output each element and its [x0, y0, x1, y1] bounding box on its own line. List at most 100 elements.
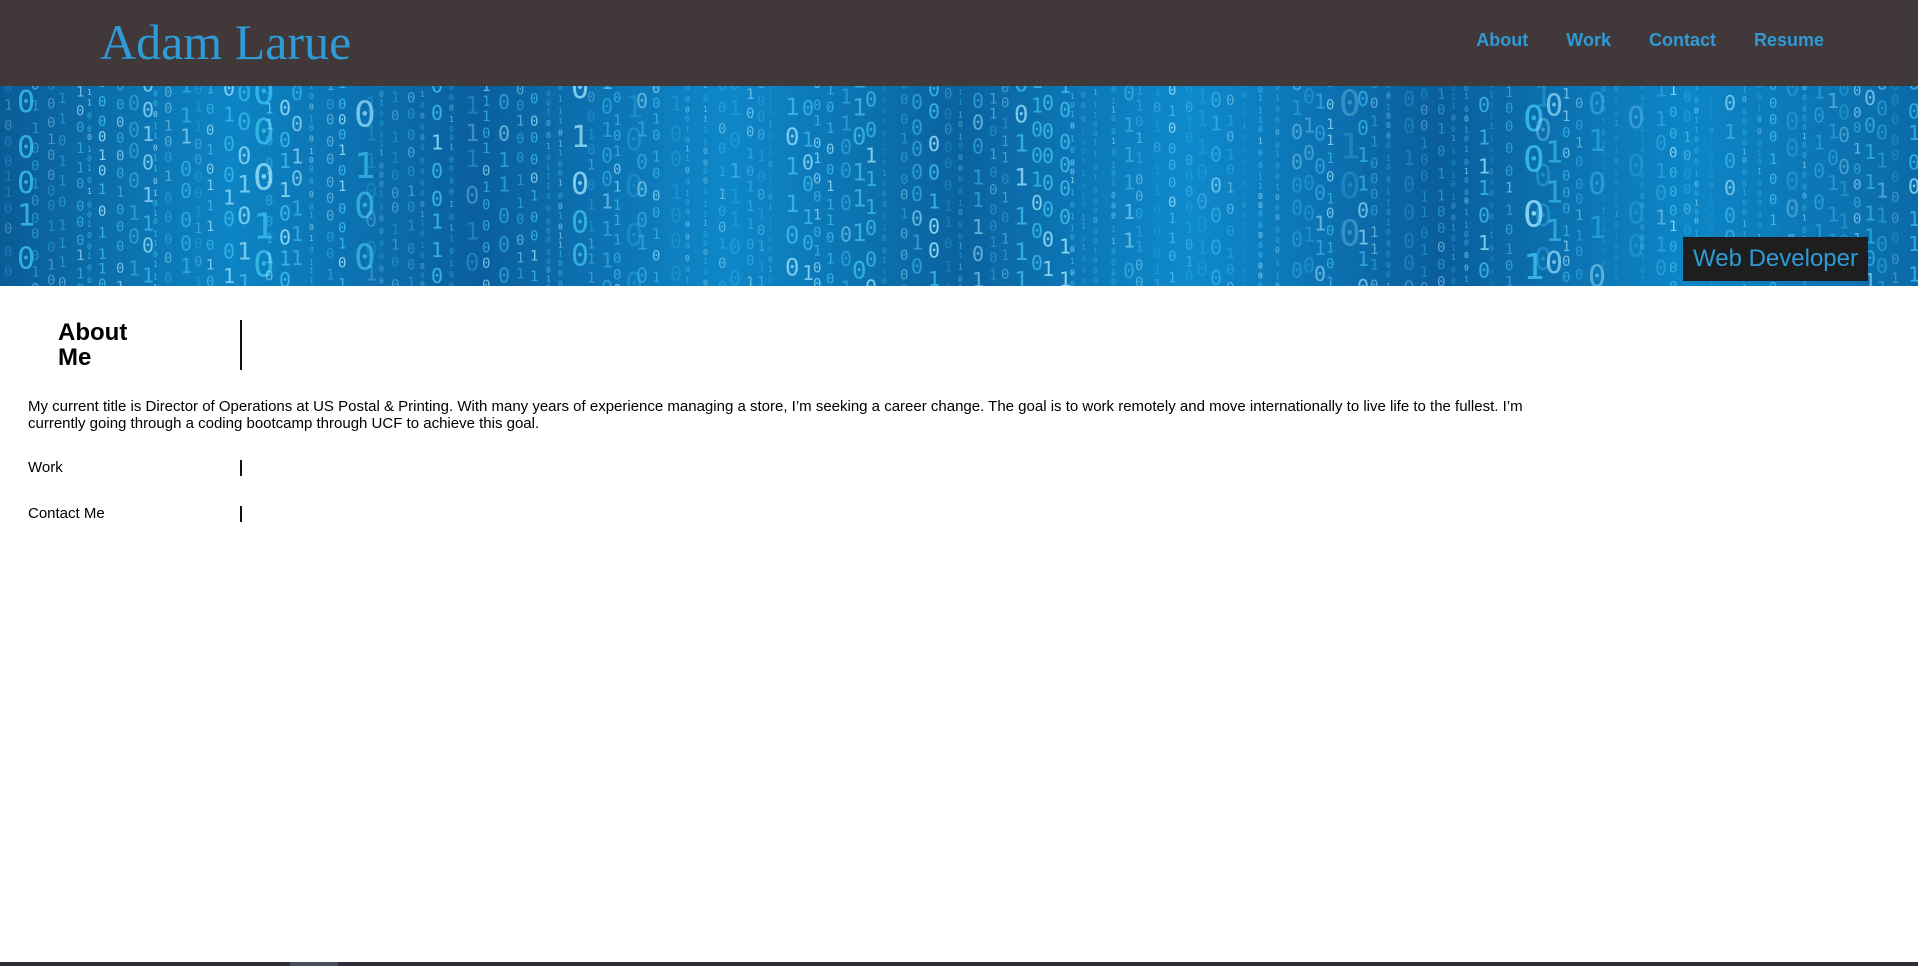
binary-digit: 0: [1451, 159, 1456, 168]
binary-digit: 0: [1562, 270, 1570, 286]
binary-digit: 0: [1742, 168, 1747, 177]
binary-digit: 1: [1070, 224, 1075, 233]
binary-digit: 1: [265, 171, 273, 187]
binary-digit: 1: [206, 219, 214, 235]
binary-digit: 1: [613, 213, 621, 229]
binary-digit: 0: [407, 128, 415, 144]
binary-digit: 0: [449, 86, 454, 91]
binary-digit: 1: [291, 222, 303, 246]
binary-digit: 0: [587, 178, 595, 194]
binary-digit: 1: [1437, 87, 1445, 103]
binary-digit: 0: [911, 160, 923, 184]
binary-digit: 0: [1014, 86, 1028, 98]
binary-digit: 0: [128, 225, 140, 249]
binary-digit: 0: [180, 157, 192, 181]
binary-digit: 0: [1769, 172, 1777, 188]
binary-digit: 0: [1093, 276, 1098, 285]
binary-digit: 0: [1785, 167, 1799, 195]
binary-digit: 0: [1683, 110, 1691, 126]
binary-digit: 1: [1168, 211, 1176, 227]
binary-digit: 1: [420, 241, 425, 250]
binary-digit: 1: [1655, 86, 1667, 101]
binary-digit: 0: [326, 135, 334, 151]
binary-digit: 1: [1420, 190, 1428, 206]
binary-digit: 1: [1370, 135, 1378, 151]
binary-digit: 0: [1275, 236, 1280, 245]
binary-digit: 0: [1420, 87, 1428, 103]
binary-digit: 0: [768, 244, 773, 253]
binary-digit: 1: [87, 99, 92, 108]
nav-work-link[interactable]: Work: [1566, 28, 1611, 52]
binary-digit: 0: [685, 105, 690, 114]
binary-digit: 0: [826, 272, 834, 286]
nav-about-link[interactable]: About: [1476, 28, 1528, 52]
binary-digit: 0: [76, 233, 84, 249]
binary-digit: 1: [1258, 107, 1263, 116]
binary-digit: 0: [1562, 169, 1570, 185]
binary-digit: 1: [76, 161, 84, 177]
binary-digit: 0: [153, 110, 158, 119]
binary-digit: 1: [1614, 145, 1619, 154]
binary-digit: 1: [882, 169, 887, 178]
binary-digit: 0: [365, 208, 377, 232]
binary-digit: 1: [1370, 258, 1378, 274]
binary-digit: 1: [1601, 95, 1606, 104]
binary-digit: 1: [826, 86, 834, 98]
horizontal-scrollbar[interactable]: [0, 962, 1918, 966]
binary-digit: 1: [379, 190, 384, 199]
binary-digit: 0: [746, 124, 754, 140]
binary-digit: 0: [223, 132, 235, 156]
binary-digit: 0: [47, 115, 55, 131]
binary-digit: 1: [58, 173, 66, 189]
binary-digit: 1: [1505, 274, 1513, 286]
binary-digit: 0: [379, 161, 384, 170]
binary-digit: 1: [1451, 134, 1456, 143]
binary-digit: 1: [1242, 86, 1247, 90]
binary-digit: 0: [1669, 166, 1677, 182]
binary-digit: 1: [768, 106, 773, 115]
binary-digit: 0: [1210, 236, 1222, 260]
binary-digit: 1: [128, 257, 140, 281]
nav-contact-link[interactable]: Contact: [1649, 28, 1716, 52]
binary-digit: 0: [718, 204, 726, 220]
binary-digit: 0: [379, 214, 384, 223]
binary-digit: 0: [785, 123, 799, 151]
binary-digit: 1: [1326, 151, 1334, 167]
binary-digit: 0: [391, 186, 399, 202]
binary-digit: 1: [1562, 224, 1570, 240]
binary-digit: 1: [1196, 107, 1208, 131]
scrollbar-thumb[interactable]: [290, 962, 338, 966]
binary-digit: 0: [420, 271, 425, 280]
binary-digit: 0: [703, 167, 708, 176]
binary-digit: 1: [900, 207, 908, 223]
binary-digit: 0: [865, 276, 877, 286]
binary-digit: 0: [1464, 197, 1469, 206]
binary-digit: 1: [601, 217, 613, 241]
binary-digit: 0: [1275, 128, 1280, 137]
binary-digit: 0: [1185, 153, 1193, 169]
binary-digit: 0: [1153, 100, 1161, 116]
binary-digit: 0: [1001, 95, 1009, 111]
binary-digit: 0: [449, 176, 454, 185]
binary-digit: 0: [379, 180, 384, 189]
binary-digit: 0: [613, 251, 621, 267]
binary-digit: 1: [703, 219, 708, 228]
binary-digit: 1: [558, 140, 563, 149]
binary-digit: 0: [558, 169, 563, 178]
binary-digit: 0: [1575, 177, 1583, 193]
binary-digit: 1: [1601, 206, 1606, 215]
binary-digit: 0: [309, 246, 314, 255]
binary-digit: 0: [1135, 115, 1143, 131]
binary-digit: 0: [4, 135, 12, 151]
site-brand[interactable]: Adam Larue: [100, 14, 351, 70]
binary-digit: 0: [31, 211, 39, 227]
binary-digit: 0: [1891, 170, 1899, 186]
binary-digit: 1: [785, 190, 799, 218]
binary-digit: 1: [1601, 284, 1606, 286]
binary-digit: 0: [1014, 101, 1028, 129]
nav-resume-link[interactable]: Resume: [1754, 28, 1824, 52]
binary-digit: 0: [1757, 221, 1762, 230]
binary-digit: 1: [865, 167, 877, 191]
binary-digit: 0: [47, 184, 55, 200]
binary-digit: 1: [1196, 86, 1208, 108]
